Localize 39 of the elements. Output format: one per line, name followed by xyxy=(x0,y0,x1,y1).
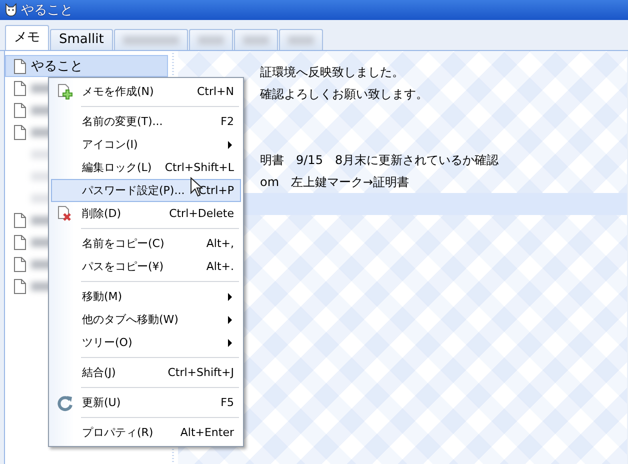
tab[interactable]: Smallit xyxy=(50,29,113,50)
menu-label: 名前をコピー(C) xyxy=(81,236,164,251)
submenu-arrow-icon xyxy=(228,292,232,300)
tab[interactable]: メモ xyxy=(5,25,49,50)
menu-label: パスをコピー(¥) xyxy=(81,259,164,274)
tree-item[interactable]: やること xyxy=(5,55,168,77)
shortcut-label: Alt+, xyxy=(206,237,235,250)
text-line: om 左上鍵マーク→証明書 xyxy=(260,175,410,189)
tab[interactable] xyxy=(278,29,323,50)
shortcut-label: Ctrl+P xyxy=(198,184,235,197)
menu-label: 結合(J) xyxy=(81,365,116,380)
menu-label: 他のタブへ移動(W) xyxy=(81,312,178,327)
menu-label: 編集ロック(L) xyxy=(81,160,152,175)
submenu-arrow-icon xyxy=(228,140,232,148)
shortcut-label: Alt+Enter xyxy=(180,426,235,439)
menu-label: 削除(D) xyxy=(81,206,122,221)
shortcut-label: F5 xyxy=(220,396,235,409)
shortcut-label: F2 xyxy=(220,115,235,128)
document-icon xyxy=(14,58,26,74)
menu-label: メモを作成(N) xyxy=(81,84,154,99)
menu-label: 更新(U) xyxy=(81,395,121,410)
menu-label: 名前の変更(T)... xyxy=(81,114,163,129)
submenu-arrow-icon xyxy=(228,338,232,346)
submenu-arrow-icon xyxy=(228,316,232,324)
text-line: 確認よろしくお願い致します。 xyxy=(260,87,428,101)
menu-label: アイコン(I) xyxy=(81,137,138,152)
text-line: 証環境へ反映致しました。 xyxy=(260,65,404,79)
menu-label: プロパティ(R) xyxy=(81,425,154,440)
menu-label: 移動(M) xyxy=(81,289,122,304)
shortcut-label: Alt+. xyxy=(206,260,235,273)
tab[interactable] xyxy=(114,29,188,50)
tab[interactable] xyxy=(234,29,278,50)
shortcut-label: Ctrl+N xyxy=(196,85,235,98)
window-title: やること xyxy=(21,2,73,19)
tab[interactable] xyxy=(188,29,233,50)
menu-item[interactable]: パスワード設定(P)... Ctrl+P xyxy=(51,179,241,202)
text-line: 明書 9/15 8月末に更新されているか確認 xyxy=(260,153,499,167)
cat-icon xyxy=(4,3,18,17)
menu-label: ツリー(O) xyxy=(81,335,132,350)
